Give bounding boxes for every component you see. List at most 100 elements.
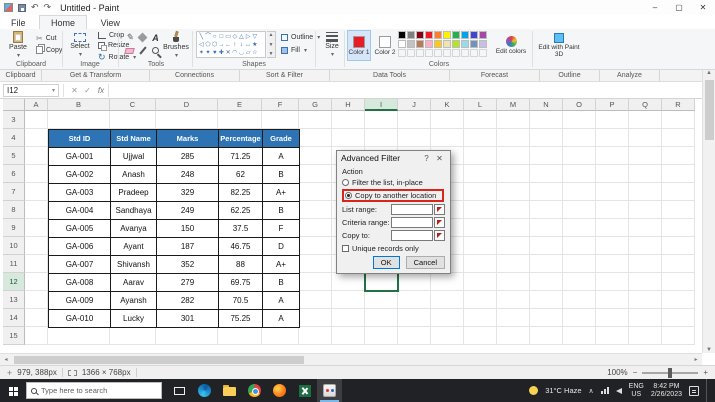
table-cell[interactable]: Shivansh — [110, 255, 157, 274]
scroll-down-icon[interactable]: ▼ — [706, 347, 712, 353]
palette-empty-slot[interactable] — [434, 49, 442, 57]
taskbar-edge[interactable] — [192, 379, 217, 402]
name-box[interactable]: I12 — [3, 83, 59, 97]
task-view-button[interactable] — [167, 379, 192, 402]
tab-home[interactable]: Home — [39, 15, 88, 29]
column-header[interactable]: N — [530, 99, 563, 111]
palette-color[interactable] — [398, 40, 406, 48]
scroll-up-icon[interactable]: ▲ — [269, 32, 274, 38]
shape-option[interactable]: ▭ — [225, 33, 232, 41]
shape-option[interactable]: ▱ — [245, 49, 252, 57]
scroll-down-icon[interactable]: ▼ — [269, 42, 274, 48]
paste-button[interactable]: Paste — [4, 30, 32, 60]
scroll-right-icon[interactable]: ▸ — [690, 356, 702, 363]
table-cell[interactable]: GA-002 — [48, 165, 111, 184]
palette-color[interactable] — [461, 31, 469, 39]
table-header-cell[interactable]: Std ID — [48, 129, 111, 148]
taskbar-chrome[interactable] — [242, 379, 267, 402]
row-header[interactable]: 9 — [3, 219, 25, 237]
table-cell[interactable]: Aarav — [110, 273, 157, 292]
dialog-help-button[interactable] — [420, 154, 433, 163]
palette-color[interactable] — [452, 40, 460, 48]
column-header[interactable]: F — [262, 99, 299, 111]
minimize-button[interactable] — [643, 0, 667, 15]
palette-color[interactable] — [398, 31, 406, 39]
table-cell[interactable]: 88 — [218, 255, 263, 274]
horizontal-scroll-thumb[interactable] — [14, 355, 304, 364]
table-cell[interactable]: 70.5 — [218, 291, 263, 310]
table-cell[interactable]: B — [262, 201, 300, 220]
table-cell[interactable]: 46.75 — [218, 237, 263, 256]
selected-cell-I12[interactable] — [364, 272, 399, 292]
palette-empty-slot[interactable] — [443, 49, 451, 57]
table-cell[interactable]: Ayansh — [110, 291, 157, 310]
palette-color[interactable] — [416, 40, 424, 48]
shape-option[interactable]: ⌒ — [205, 33, 212, 41]
formula-input[interactable] — [108, 83, 698, 97]
table-cell[interactable]: Pradeep — [110, 183, 157, 202]
shape-option[interactable]: □ — [218, 33, 225, 41]
table-cell[interactable]: 285 — [156, 147, 219, 166]
magnifier-tool[interactable] — [150, 45, 161, 56]
table-cell[interactable]: A — [262, 309, 300, 328]
text-tool[interactable] — [150, 32, 161, 43]
shape-option[interactable]: ◇ — [231, 33, 238, 41]
shapes-scroll[interactable]: ▲ ▼ ▼ — [267, 31, 276, 58]
redo-icon[interactable] — [44, 2, 52, 13]
table-cell[interactable]: 75.25 — [218, 309, 263, 328]
shape-option[interactable]: ♥ — [211, 49, 218, 57]
network-icon[interactable] — [600, 387, 609, 394]
column-header[interactable]: Q — [629, 99, 662, 111]
column-header[interactable]: R — [662, 99, 695, 111]
notification-center-icon[interactable] — [689, 385, 699, 396]
color1-button[interactable]: Color 1 — [347, 30, 371, 61]
table-cell[interactable]: Lucky — [110, 309, 157, 328]
column-header[interactable]: A — [25, 99, 48, 111]
table-cell[interactable]: 279 — [156, 273, 219, 292]
table-cell[interactable]: B — [262, 165, 300, 184]
taskbar-firefox[interactable] — [267, 379, 292, 402]
palette-color[interactable] — [407, 31, 415, 39]
palette-empty-slot[interactable] — [452, 49, 460, 57]
table-cell[interactable]: 150 — [156, 219, 219, 238]
table-cell[interactable]: 69.75 — [218, 273, 263, 292]
copy-to-picker-icon[interactable] — [434, 230, 445, 241]
vertical-scrollbar[interactable]: ▲ ▼ — [702, 70, 715, 353]
shape-option[interactable]: ❖ — [205, 57, 212, 58]
column-header[interactable]: C — [110, 99, 156, 111]
row-header[interactable]: 14 — [3, 309, 25, 327]
horizontal-scrollbar[interactable]: ◂ ▸ — [0, 353, 702, 365]
radio-filter-in-place[interactable]: Filter the list, in-place — [342, 178, 445, 187]
shape-option[interactable]: ← — [225, 41, 232, 49]
table-cell[interactable]: GA-004 — [48, 201, 111, 220]
table-header-cell[interactable]: Marks — [156, 129, 219, 148]
table-cell[interactable]: 71.25 — [218, 147, 263, 166]
palette-color[interactable] — [416, 31, 424, 39]
column-header[interactable]: K — [431, 99, 464, 111]
shape-option[interactable]: ☆ — [252, 49, 259, 57]
scroll-left-icon[interactable]: ◂ — [0, 356, 12, 363]
table-cell[interactable]: GA-005 — [48, 219, 111, 238]
palette-color[interactable] — [407, 40, 415, 48]
show-desktop-button[interactable] — [706, 379, 710, 402]
table-cell[interactable]: 282 — [156, 291, 219, 310]
column-header[interactable]: B — [48, 99, 110, 111]
pencil-tool[interactable] — [124, 32, 135, 43]
shape-option[interactable]: △ — [238, 33, 245, 41]
table-header-cell[interactable]: Grade — [262, 129, 300, 148]
palette-empty-slot[interactable] — [398, 49, 406, 57]
start-button[interactable] — [0, 379, 26, 402]
color-picker-tool[interactable] — [137, 45, 148, 56]
column-header[interactable]: P — [596, 99, 629, 111]
taskbar-file-explorer[interactable] — [217, 379, 242, 402]
edit-with-paint3d-button[interactable]: Edit with Paint 3D — [536, 30, 582, 60]
column-header[interactable]: L — [464, 99, 497, 111]
palette-empty-slot[interactable] — [407, 49, 415, 57]
dialog-close-button[interactable] — [433, 154, 446, 163]
save-icon[interactable] — [18, 3, 26, 12]
shape-option[interactable]: ✕ — [225, 49, 232, 57]
column-header[interactable]: I — [365, 99, 398, 111]
table-cell[interactable]: 352 — [156, 255, 219, 274]
shape-option[interactable]: ↔ — [245, 41, 252, 49]
size-button[interactable]: Size — [318, 30, 346, 60]
